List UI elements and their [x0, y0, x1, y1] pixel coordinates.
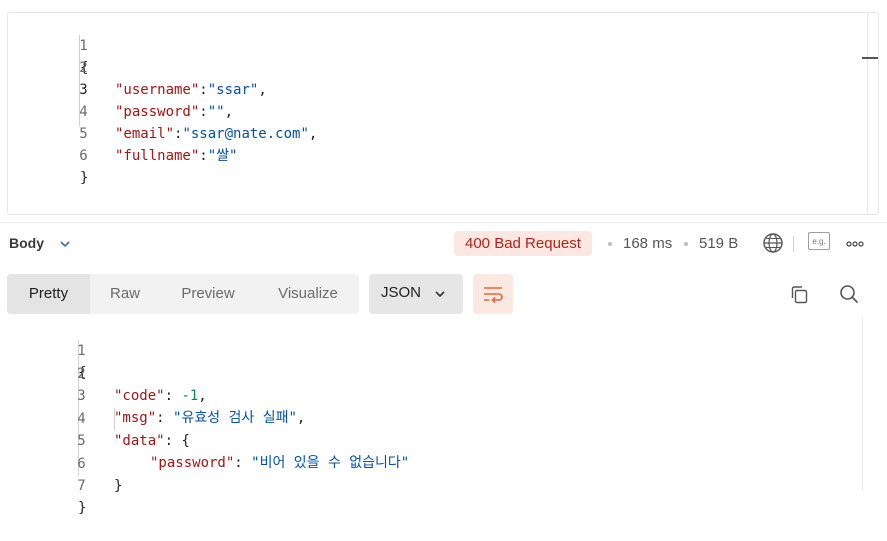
code-text: } — [114, 478, 123, 494]
json-key: "password" — [115, 104, 200, 120]
json-key: "fullname" — [115, 148, 200, 164]
copy-icon[interactable] — [789, 284, 811, 306]
code-text: "data": { — [114, 430, 190, 452]
json-value: "" — [207, 104, 225, 120]
line-number: 2 — [79, 60, 88, 76]
line-number: 5 — [79, 126, 88, 142]
json-comma: , — [198, 388, 207, 404]
code-text: } — [80, 170, 89, 186]
code-text: "email":"ssar@nate.com", — [115, 123, 317, 145]
json-key: "data" — [114, 433, 165, 449]
search-icon[interactable] — [838, 283, 860, 305]
line-number: 6 — [77, 456, 86, 472]
response-time[interactable]: 168 ms — [623, 235, 672, 252]
json-value: "유효성 검사 실패" — [173, 410, 297, 426]
status-badge[interactable]: 400 Bad Request — [454, 231, 592, 256]
response-size[interactable]: 519 B — [699, 235, 738, 252]
line-number: 1 — [79, 38, 88, 54]
line-number: 3 — [77, 388, 86, 404]
code-line: 6 } — [0, 431, 122, 494]
code-line: 5 "fullname":"쌀" — [8, 101, 237, 164]
code-line: 3 "msg": "유효성 검사 실패", — [0, 363, 305, 426]
code-text: "username":"ssar", — [115, 79, 267, 101]
pane-divider[interactable] — [0, 222, 887, 223]
json-value: { — [181, 433, 190, 449]
chevron-down-icon — [435, 291, 445, 298]
code-line: 1 { — [0, 318, 86, 381]
json-comma: , — [258, 82, 267, 98]
json-value: "ssar@nate.com" — [182, 126, 309, 142]
vertical-scrollbar[interactable] — [867, 13, 868, 214]
code-text: "password":"", — [115, 101, 233, 123]
json-value: "비어 있을 수 없습니다" — [251, 455, 410, 471]
line-number: 3 — [79, 82, 88, 98]
json-key: "email" — [115, 126, 175, 142]
json-key: "username" — [115, 82, 200, 98]
json-comma: , — [308, 126, 318, 142]
json-comma: , — [224, 104, 234, 120]
request-body-editor[interactable]: 1 { 2 "username":"ssar", 3 "password":""… — [7, 12, 879, 215]
code-text: "password": "비어 있을 수 없습니다" — [150, 452, 409, 474]
code-line: 3 "password":"", — [8, 57, 233, 120]
line-number: 1 — [77, 343, 86, 359]
format-select[interactable]: JSON — [369, 274, 463, 314]
json-value: "쌀" — [207, 148, 238, 164]
line-number: 2 — [77, 366, 86, 382]
json-separator: : — [199, 82, 208, 98]
code-line: 4 "email":"ssar@nate.com", — [8, 79, 317, 142]
globe-icon[interactable] — [762, 232, 784, 254]
separator-dot — [608, 242, 612, 246]
response-bar: Body 400 Bad Request 168 ms 519 B e.g. — [0, 228, 887, 260]
code-line: 7 } — [0, 453, 86, 516]
separator-dot — [684, 242, 688, 246]
wrap-lines-button[interactable] — [473, 274, 513, 314]
code-text: } — [78, 500, 87, 516]
line-number: 5 — [77, 433, 86, 449]
body-label: Body — [9, 235, 44, 251]
tab-preview[interactable]: Preview — [172, 274, 244, 314]
code-text: "fullname":"쌀" — [115, 145, 237, 167]
wrap-lines-icon — [484, 287, 503, 304]
code-line: 5 "password": "비어 있을 수 없습니다" — [0, 408, 409, 471]
save-example-icon[interactable]: e.g. — [808, 232, 830, 250]
json-separator: : — [234, 455, 252, 471]
response-view-tabs: Pretty Raw Preview Visualize — [7, 274, 359, 314]
json-key: "msg" — [114, 410, 157, 426]
json-comma: , — [296, 410, 306, 426]
chevron-down-icon[interactable] — [58, 237, 72, 251]
code-line: 2 "username":"ssar", — [8, 35, 266, 98]
json-value: "ssar" — [207, 82, 259, 98]
json-separator: : — [164, 388, 182, 404]
code-text: "msg": "유효성 검사 실패", — [114, 407, 305, 429]
format-label: JSON — [381, 284, 422, 301]
tab-raw[interactable]: Raw — [97, 274, 153, 314]
code-line: 1 { — [8, 13, 88, 76]
tab-visualize[interactable]: Visualize — [269, 274, 347, 314]
json-separator: : — [164, 433, 182, 449]
json-key: "code" — [114, 388, 165, 404]
vertical-divider — [793, 236, 794, 252]
json-separator: : — [199, 148, 208, 164]
vertical-scrollbar[interactable] — [862, 318, 863, 491]
response-body-viewer[interactable]: 1 { 2 "code": -1, 3 "msg": "유효성 검사 실패", … — [0, 318, 887, 516]
line-number: 6 — [79, 148, 88, 164]
scrollbar-thumb[interactable] — [862, 57, 878, 59]
tab-pretty[interactable]: Pretty — [7, 274, 90, 314]
code-line: 4 "data": { — [0, 386, 190, 449]
json-value: -1 — [181, 388, 199, 404]
line-number: 4 — [77, 411, 86, 427]
code-text: "code": -1, — [114, 385, 207, 407]
json-separator: : — [199, 104, 208, 120]
code-line: 2 "code": -1, — [0, 341, 206, 404]
json-separator: : — [156, 410, 174, 426]
json-key: "password" — [150, 455, 235, 471]
code-line: 6 } — [8, 123, 88, 186]
line-number: 4 — [79, 104, 88, 120]
more-options-icon[interactable] — [845, 234, 865, 254]
line-number: 7 — [77, 478, 86, 494]
